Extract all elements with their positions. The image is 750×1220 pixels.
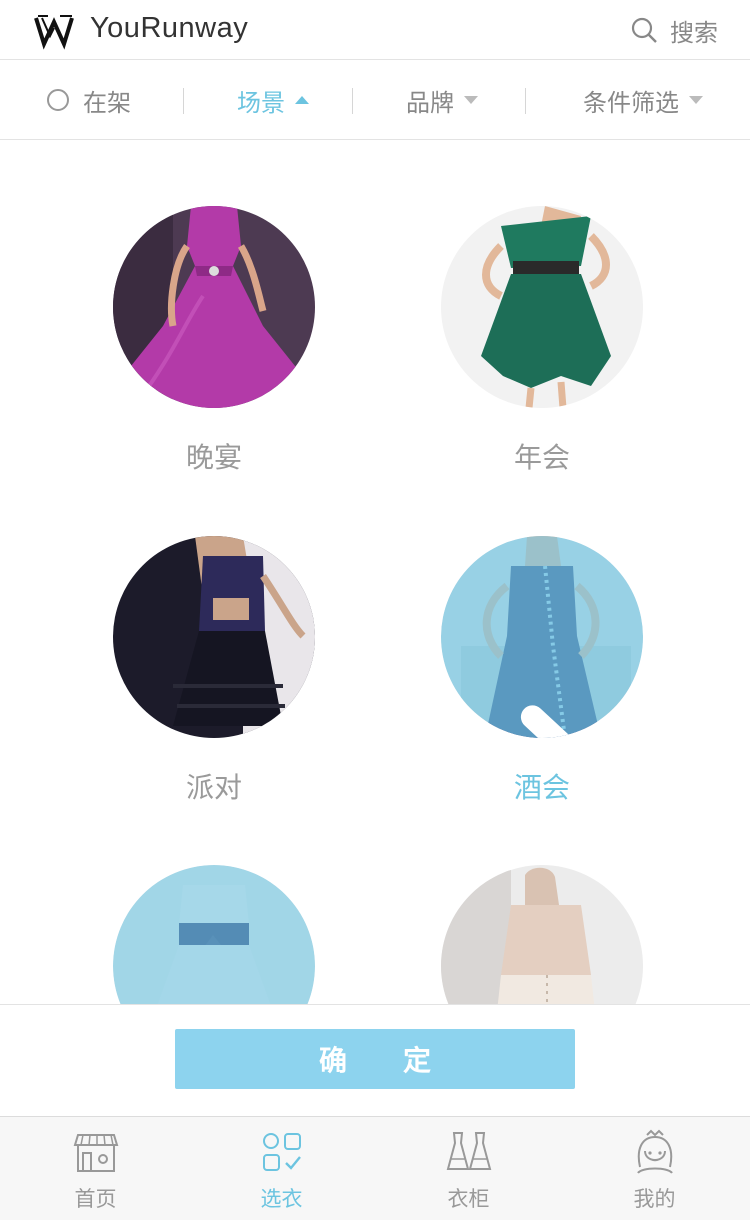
scene-filter-label: 场景 [237, 88, 285, 117]
tab-wardrobe[interactable]: 衣柜 [375, 1117, 562, 1220]
checkmark-icon [520, 701, 643, 738]
store-icon [73, 1134, 119, 1172]
girl-face-icon [637, 1129, 673, 1174]
scene-photo [113, 865, 315, 1004]
app-header: YouRunway 搜索 [0, 0, 750, 60]
caret-down-icon [689, 96, 703, 104]
scene-photo [113, 536, 315, 738]
tab-home[interactable]: 首页 [2, 1117, 189, 1220]
scene-photo [113, 206, 315, 408]
tab-label: 衣柜 [447, 1187, 490, 1211]
scene-label: 派对 [185, 771, 242, 804]
logo-icon [34, 15, 74, 50]
scene-label: 年会 [513, 441, 570, 474]
divider [525, 88, 526, 114]
scene-filter[interactable]: 场景 [237, 60, 309, 140]
caret-down-icon [464, 96, 478, 104]
divider [183, 88, 184, 114]
search-icon [631, 17, 657, 43]
brand-filter[interactable]: 品牌 [406, 60, 478, 140]
scene-grid: 晚宴 年会 派对 酒会 [0, 140, 750, 1004]
divider [352, 88, 353, 114]
in-stock-label: 在架 [83, 88, 131, 117]
scene-photo [441, 206, 643, 408]
confirm-button[interactable]: 确定 [175, 1029, 575, 1089]
black-dress-image [113, 536, 315, 738]
filter-bar: 在架 场景 品牌 条件筛选 [0, 60, 750, 140]
confirm-area: 确定 [0, 1004, 750, 1116]
search-button[interactable]: 搜索 [630, 12, 718, 48]
search-label: 搜索 [670, 18, 718, 47]
bottom-tab-bar: 首页 选衣 衣柜 我的 [0, 1116, 750, 1220]
tab-pick-clothes[interactable]: 选衣 [188, 1117, 375, 1220]
conditions-filter[interactable]: 条件筛选 [583, 60, 703, 140]
dresses-icon [446, 1132, 492, 1170]
conditions-filter-label: 条件筛选 [583, 88, 679, 117]
green-dress-image [441, 206, 643, 408]
in-stock-toggle[interactable]: 在架 [47, 60, 131, 140]
tab-label: 首页 [74, 1187, 117, 1211]
scene-photo [441, 536, 643, 738]
backless-gown-image [441, 865, 643, 1004]
radio-icon [47, 89, 69, 111]
tab-mine[interactable]: 我的 [561, 1117, 748, 1220]
brand-filter-label: 品牌 [406, 88, 454, 117]
caret-up-icon [295, 96, 309, 104]
brand-name: YouRunway [90, 12, 249, 44]
tab-label: 选衣 [260, 1187, 303, 1211]
scene-photo [441, 865, 643, 1004]
grid-check-icon [263, 1133, 301, 1171]
scene-label: 晚宴 [185, 441, 242, 474]
purple-gown-image [113, 206, 315, 408]
tab-label: 我的 [633, 1187, 676, 1211]
checkmark-icon [189, 945, 315, 1004]
scene-label: 酒会 [513, 771, 570, 804]
